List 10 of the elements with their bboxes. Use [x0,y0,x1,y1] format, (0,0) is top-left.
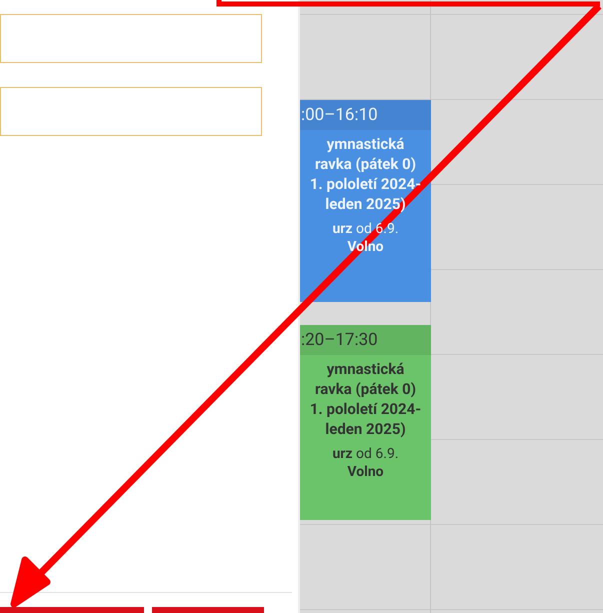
event-time: :20–17:30 [301,332,378,348]
action-button[interactable] [0,607,144,613]
event-time: :00–16:10 [301,106,378,124]
action-button[interactable] [152,607,264,613]
event-course: urz od 6.9. [332,445,399,463]
input-field[interactable] [0,14,262,63]
event-title: ymnastická ravka (pátek 0) 1. pololetí 2024- leden 2025) [310,359,422,439]
event-status: Volno [347,463,384,481]
calendar-event[interactable]: :20–17:30 ymnastická ravka (pátek 0) 1. pololetí 2024- leden 2025) urz od 6.9. Volno [300,325,431,520]
input-field[interactable] [0,87,262,136]
